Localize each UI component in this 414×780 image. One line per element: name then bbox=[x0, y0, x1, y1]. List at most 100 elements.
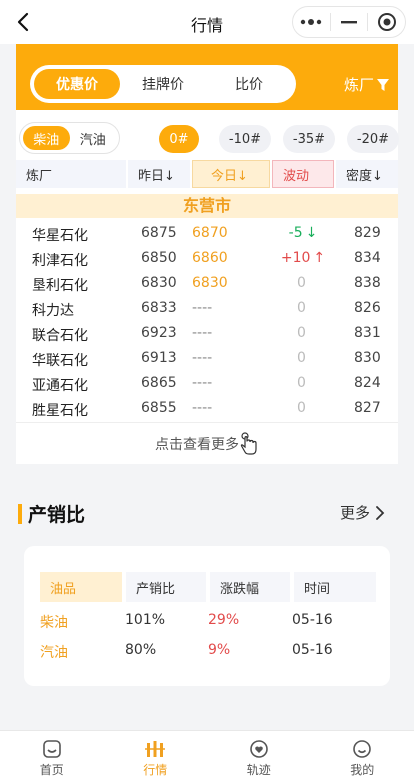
tab-discount-price[interactable]: 优惠价 bbox=[34, 69, 120, 99]
tab-list-price[interactable]: 挂牌价 bbox=[120, 69, 206, 99]
grade-minus20[interactable]: -20# bbox=[347, 125, 399, 153]
table-row[interactable]: 联合石化 6923 ---- 0 831 bbox=[16, 322, 398, 347]
market-bars-icon bbox=[145, 741, 166, 757]
price-change-value: 0 bbox=[297, 275, 306, 291]
today-price: ---- bbox=[192, 325, 213, 341]
grade-filter: 0# -10# -35# -20# bbox=[159, 125, 411, 153]
profile-icon bbox=[353, 740, 372, 758]
ratio-section-title: 产销比 bbox=[18, 500, 85, 527]
header-change[interactable]: 波动 bbox=[272, 160, 334, 188]
hand-pointer-icon bbox=[240, 431, 257, 455]
density-value: 829 bbox=[354, 225, 381, 241]
home-icon bbox=[42, 740, 61, 758]
tab-home[interactable]: 首页 bbox=[0, 731, 104, 780]
ratio-more-button[interactable]: 更多 bbox=[340, 502, 386, 523]
density-value: 826 bbox=[354, 300, 381, 316]
price-change-value: 0 bbox=[297, 300, 306, 316]
header-density[interactable]: 密度↓ bbox=[336, 160, 398, 188]
chevron-right-icon bbox=[376, 505, 385, 520]
tab-mine-label: 我的 bbox=[350, 763, 375, 777]
table-header: 炼厂 昨日↓ 今日↓ 波动 密度↓ bbox=[16, 160, 398, 188]
ratio-header-product: 油品 bbox=[40, 572, 122, 602]
filter-icon bbox=[377, 78, 389, 91]
yesterday-price: 6923 bbox=[141, 325, 177, 341]
yesterday-price: 6875 bbox=[141, 225, 177, 241]
table-row[interactable]: 胜星石化 6855 ---- 0 827 bbox=[16, 397, 398, 422]
oil-type-diesel[interactable]: 柴油 bbox=[23, 126, 70, 150]
ratio-header-change: 涨跌幅 bbox=[210, 572, 290, 602]
yesterday-price: 6833 bbox=[141, 300, 177, 316]
table-row[interactable]: 华联石化 6913 ---- 0 830 bbox=[16, 347, 398, 372]
ratio-more-label: 更多 bbox=[339, 504, 370, 522]
today-price: 6870 bbox=[192, 225, 228, 241]
ratio-product: 汽油 bbox=[40, 645, 68, 661]
yesterday-price: 6855 bbox=[141, 400, 177, 416]
more-dots-icon[interactable] bbox=[293, 7, 330, 37]
table-row[interactable]: 利津石化 6850 6860 +10 ↑ 834 bbox=[16, 247, 398, 272]
today-price: ---- bbox=[192, 400, 213, 416]
yesterday-price: 6850 bbox=[141, 250, 177, 266]
city-group-header: 东营市 bbox=[16, 194, 398, 218]
price-change: 0 bbox=[273, 300, 333, 316]
price-change-value: 0 bbox=[297, 325, 306, 341]
today-price: 6860 bbox=[192, 250, 228, 266]
price-change: 0 bbox=[273, 400, 333, 416]
price-change-value: 0 bbox=[297, 350, 306, 366]
section-accent-bar bbox=[18, 503, 22, 524]
grade-0[interactable]: 0# bbox=[159, 125, 199, 153]
density-value: 830 bbox=[354, 350, 381, 366]
tab-track[interactable]: 轨迹 bbox=[207, 731, 311, 780]
refinery-filter-button[interactable]: 炼厂 bbox=[344, 74, 390, 95]
header-today[interactable]: 今日↓ bbox=[192, 160, 270, 188]
price-change-value: 0 bbox=[297, 400, 306, 416]
close-circle-icon[interactable] bbox=[368, 7, 405, 37]
nav-bar: 行情 bbox=[0, 0, 414, 44]
today-price: ---- bbox=[192, 375, 213, 391]
ratio-header-date: 时间 bbox=[294, 572, 376, 602]
price-change: 0 bbox=[273, 375, 333, 391]
ratio-title: 产销比 bbox=[28, 504, 86, 526]
grade-minus35[interactable]: -35# bbox=[283, 125, 335, 153]
header-yesterday[interactable]: 昨日↓ bbox=[128, 160, 190, 188]
price-header: 优惠价 挂牌价 比价 炼厂 bbox=[16, 44, 398, 110]
minimize-icon[interactable] bbox=[331, 7, 368, 37]
refinery-name: 联合石化 bbox=[32, 328, 88, 344]
price-type-tabs: 优惠价 挂牌价 比价 bbox=[30, 65, 296, 103]
density-value: 838 bbox=[354, 275, 381, 291]
arrow-down-icon: ↓ bbox=[305, 225, 318, 241]
tab-mine[interactable]: 我的 bbox=[311, 731, 414, 780]
ratio-row: 汽油 80% 9% 05-16 bbox=[40, 640, 380, 664]
tab-market[interactable]: 行情 bbox=[104, 731, 208, 780]
yesterday-price: 6830 bbox=[141, 275, 177, 291]
tab-track-label: 轨迹 bbox=[246, 763, 271, 777]
table-row[interactable]: 亚通石化 6865 ---- 0 824 bbox=[16, 372, 398, 397]
tab-home-label: 首页 bbox=[39, 763, 64, 777]
table-row[interactable]: 华星石化 6875 6870 -5 ↓ 829 bbox=[16, 222, 398, 247]
tab-market-label: 行情 bbox=[143, 763, 168, 777]
ratio-header-ratio: 产销比 bbox=[126, 572, 206, 602]
view-more-button[interactable]: 点击查看更多 bbox=[16, 422, 398, 464]
refinery-name: 胜星石化 bbox=[32, 403, 88, 419]
today-price: ---- bbox=[192, 350, 213, 366]
table-row[interactable]: 垦利石化 6830 6830 0 838 bbox=[16, 272, 398, 297]
price-change: +10 ↑ bbox=[273, 250, 333, 266]
price-change-value: 0 bbox=[297, 375, 306, 391]
refinery-name: 科力达 bbox=[32, 303, 74, 319]
ratio-date: 05-16 bbox=[292, 612, 333, 628]
ratio-change: 9% bbox=[208, 642, 231, 658]
ratio-value: 80% bbox=[125, 642, 157, 658]
density-value: 824 bbox=[354, 375, 381, 391]
yesterday-price: 6913 bbox=[141, 350, 177, 366]
grade-minus10[interactable]: -10# bbox=[219, 125, 271, 153]
refinery-name: 华星石化 bbox=[32, 228, 88, 244]
oil-type-gasoline[interactable]: 汽油 bbox=[70, 126, 117, 150]
today-price: 6830 bbox=[192, 275, 228, 291]
oil-type-toggle: 柴油 汽油 bbox=[19, 122, 120, 154]
view-more-label: 点击查看更多 bbox=[155, 436, 239, 453]
tab-compare-price[interactable]: 比价 bbox=[206, 69, 292, 99]
header-refinery: 炼厂 bbox=[16, 160, 126, 188]
price-change: 0 bbox=[273, 350, 333, 366]
table-row[interactable]: 科力达 6833 ---- 0 826 bbox=[16, 297, 398, 322]
ratio-table-card: 油品 产销比 涨跌幅 时间 柴油 101% 29% 05-16 汽油 80% 9… bbox=[24, 546, 390, 686]
refinery-filter-label: 炼厂 bbox=[343, 76, 374, 94]
